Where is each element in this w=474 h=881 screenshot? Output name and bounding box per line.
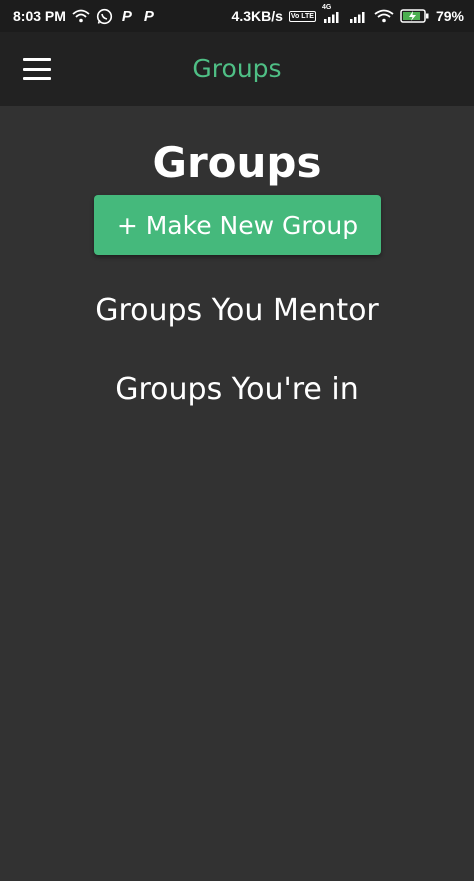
signal-icon: 4G [322,4,342,23]
app-bar: Groups [0,32,474,106]
signal-icon [348,10,368,23]
wifi-icon [374,9,394,23]
network-speed: 4.3KB/s [231,8,283,24]
groups-you-mentor-heading: Groups You Mentor [95,293,379,328]
p-app-icon: P [143,7,154,25]
page-title: Groups [152,138,322,187]
app-bar-title: Groups [192,54,282,83]
status-bar: 8:03 PM P P 4.3KB/s Vo LTE 4G 79% [0,0,474,32]
battery-percent: 79% [435,8,464,24]
whatsapp-icon [96,8,113,25]
battery-charging-icon [400,9,430,23]
status-right: 4.3KB/s Vo LTE 4G 79% [231,4,464,25]
groups-youre-in-heading: Groups You're in [115,372,359,407]
status-time: 8:03 PM [13,8,66,24]
status-left: 8:03 PM P P [13,8,157,25]
p-app-icon: P [121,7,132,25]
volte-icon: Vo LTE [288,10,316,22]
main-content: Groups + Make New Group Groups You Mento… [0,106,474,881]
network-type: 4G [321,3,332,11]
make-new-group-button[interactable]: + Make New Group [94,195,381,255]
wifi-icon [72,9,90,23]
